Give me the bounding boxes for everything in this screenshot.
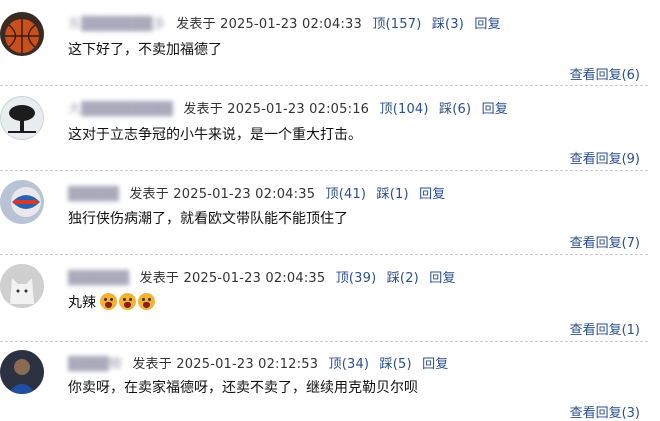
username[interactable]: 东███████多 bbox=[68, 13, 166, 32]
dislike-button[interactable]: 踩(3) bbox=[432, 17, 464, 32]
posted-label: 发表于 bbox=[132, 357, 172, 372]
like-button[interactable]: 顶(104) bbox=[380, 102, 429, 117]
view-replies-link[interactable]: 查看回复(1) bbox=[570, 319, 640, 338]
crying-face-icon bbox=[138, 293, 156, 310]
posted-label: 发表于 bbox=[139, 271, 180, 286]
comment-text: 独行侠伤病潮了，就看欧文带队能不能顶住了 bbox=[68, 211, 348, 227]
divider bbox=[0, 170, 648, 171]
username[interactable]: 大█████████ bbox=[68, 98, 173, 117]
dislike-button[interactable]: 踩(5) bbox=[380, 357, 412, 372]
crying-face-icon bbox=[119, 293, 137, 310]
posted-label: 发表于 bbox=[176, 17, 216, 32]
posted-label: 发表于 bbox=[129, 187, 169, 202]
reply-button[interactable]: 回复 bbox=[419, 187, 445, 202]
comment-meta: ████鳍 发表于 2025-01-23 02:12:53 顶(34) 踩(5)… bbox=[68, 353, 449, 372]
post-datetime: 2025-01-23 02:04:35 bbox=[173, 187, 316, 202]
comment-meta: 大█████████ 发表于 2025-01-23 02:05:16 顶(104… bbox=[68, 98, 508, 117]
divider bbox=[0, 254, 648, 255]
tree-avatar-icon[interactable] bbox=[0, 96, 44, 140]
dislike-button[interactable]: 踩(6) bbox=[439, 102, 471, 117]
comment-meta: ██████ 发表于 2025-01-23 02:04:35 顶(39) 踩(2… bbox=[68, 267, 456, 286]
divider bbox=[0, 341, 648, 342]
player-avatar-icon[interactable] bbox=[0, 350, 44, 394]
reply-button[interactable]: 回复 bbox=[482, 102, 508, 117]
dislike-button[interactable]: 踩(2) bbox=[387, 271, 419, 286]
comment-text: 丸辣 bbox=[68, 292, 157, 312]
post-datetime: 2025-01-23 02:04:33 bbox=[220, 17, 362, 32]
reply-button[interactable]: 回复 bbox=[422, 357, 448, 372]
like-button[interactable]: 顶(157) bbox=[372, 17, 421, 32]
comment-text: 你卖呀，在卖家福德呀，还卖不卖了，继续用克勒贝尔呗 bbox=[68, 380, 418, 396]
username[interactable]: ████鳍 bbox=[68, 353, 122, 372]
dislike-button[interactable]: 踩(1) bbox=[377, 187, 409, 202]
reply-button[interactable]: 回复 bbox=[429, 271, 455, 286]
basketball-avatar-icon[interactable] bbox=[0, 12, 44, 56]
view-replies-link[interactable]: 查看回复(7) bbox=[570, 232, 640, 251]
divider bbox=[0, 85, 648, 86]
post-datetime: 2025-01-23 02:12:53 bbox=[176, 357, 319, 372]
post-datetime: 2025-01-23 02:05:16 bbox=[227, 102, 370, 117]
ball-avatar-icon[interactable] bbox=[0, 180, 44, 224]
view-replies-link[interactable]: 查看回复(9) bbox=[570, 148, 640, 167]
comment-text: 这下好了，不卖加福德了 bbox=[68, 42, 222, 58]
posted-label: 发表于 bbox=[183, 102, 223, 117]
cat-avatar-icon[interactable] bbox=[0, 264, 44, 308]
post-datetime: 2025-01-23 02:04:35 bbox=[183, 271, 326, 286]
like-button[interactable]: 顶(34) bbox=[329, 357, 370, 372]
username[interactable]: ██████ bbox=[68, 271, 129, 286]
username[interactable]: █████ bbox=[68, 187, 119, 202]
view-replies-link[interactable]: 查看回复(3) bbox=[570, 402, 640, 421]
comment-text-content: 丸辣 bbox=[68, 295, 96, 311]
view-replies-link[interactable]: 查看回复(6) bbox=[570, 64, 640, 83]
comment-text: 这对于立志争冠的小牛来说，是一个重大打击。 bbox=[68, 127, 362, 143]
crying-face-icon bbox=[100, 293, 118, 310]
like-button[interactable]: 顶(41) bbox=[326, 187, 367, 202]
like-button[interactable]: 顶(39) bbox=[336, 271, 377, 286]
comment-meta: 东███████多 发表于 2025-01-23 02:04:33 顶(157)… bbox=[68, 13, 501, 32]
reply-button[interactable]: 回复 bbox=[474, 17, 500, 32]
comment-meta: █████ 发表于 2025-01-23 02:04:35 顶(41) 踩(1)… bbox=[68, 183, 446, 202]
